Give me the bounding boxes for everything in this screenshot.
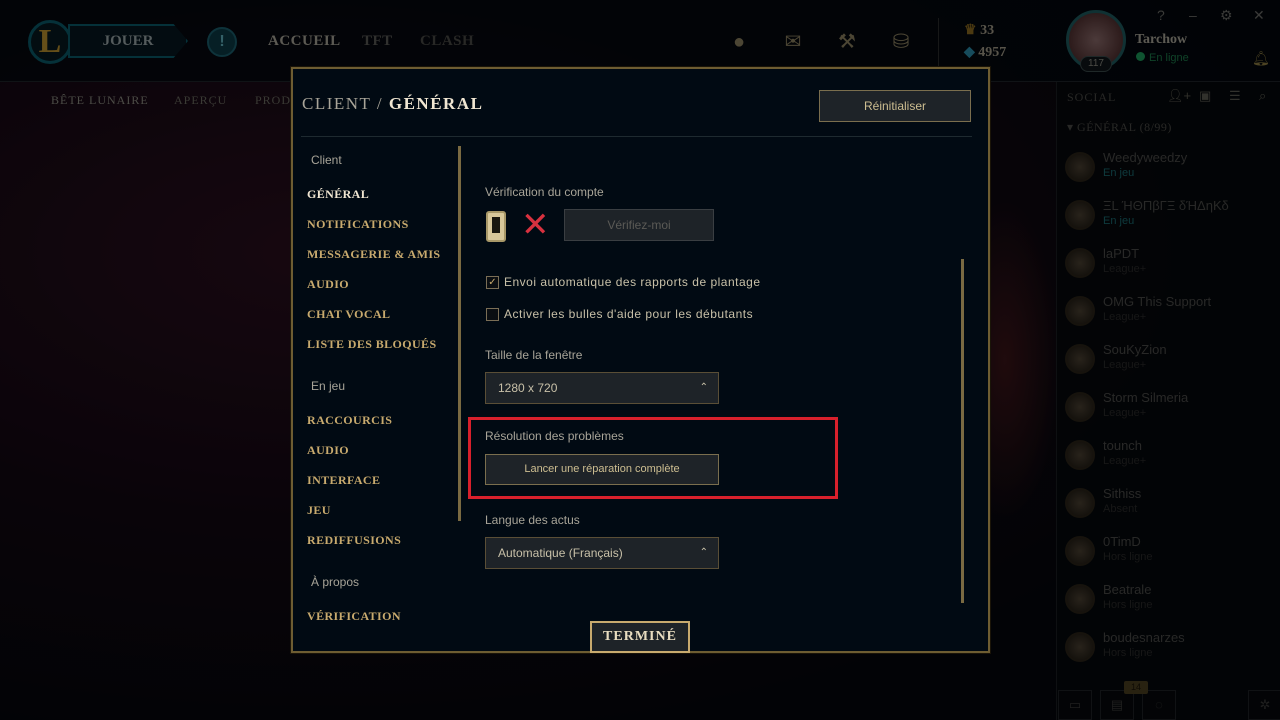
account-verification-label: Vérification du compte — [485, 185, 604, 199]
sidebar-item-audio[interactable]: AUDIO — [307, 277, 349, 292]
tooltips-label: Activer les bulles d'aide pour les début… — [504, 307, 754, 321]
section-en-jeu: En jeu — [311, 379, 346, 393]
sidebar-item-bloques[interactable]: LISTE DES BLOQUÉS — [307, 337, 437, 352]
tooltips-checkbox[interactable] — [486, 308, 499, 321]
sidebar-item-general[interactable]: GÉNÉRAL — [307, 187, 369, 202]
sidebar-item-notifications[interactable]: NOTIFICATIONS — [307, 217, 409, 232]
highlight-box — [468, 417, 838, 499]
news-language-value: Automatique (Français) — [498, 546, 623, 560]
page-title: CLIENT / GÉNÉRAL — [302, 94, 483, 114]
divider — [301, 136, 972, 137]
sidebar-item-chat-vocal[interactable]: CHAT VOCAL — [307, 307, 390, 322]
sidebar-item-verification[interactable]: VÉRIFICATION — [307, 609, 401, 624]
section-client: Client — [311, 153, 342, 167]
sidebar-item-interface[interactable]: INTERFACE — [307, 473, 380, 488]
phone-icon — [486, 211, 506, 242]
news-language-select[interactable]: Automatique (Français) ⌃ — [485, 537, 719, 569]
done-button[interactable]: TERMINÉ — [590, 621, 690, 653]
title-prefix: CLIENT / — [302, 94, 384, 113]
sidebar-item-raccourcis[interactable]: RACCOURCIS — [307, 413, 392, 428]
title-section: GÉNÉRAL — [388, 94, 484, 113]
updown-chevron-icon: ⌃ — [699, 382, 708, 393]
sidebar-divider — [458, 146, 461, 521]
verify-button[interactable]: Vérifiez-moi — [564, 209, 714, 241]
sidebar-item-messagerie[interactable]: MESSAGERIE & AMIS — [307, 247, 441, 262]
window-size-select[interactable]: 1280 x 720 ⌃ — [485, 372, 719, 404]
sidebar-item-audio-jeu[interactable]: AUDIO — [307, 443, 349, 458]
sidebar-item-rediffusions[interactable]: REDIFFUSIONS — [307, 533, 401, 548]
crash-reports-label: Envoi automatique des rapports de planta… — [504, 275, 761, 289]
scrollbar[interactable] — [961, 259, 964, 603]
reset-button[interactable]: Réinitialiser — [819, 90, 971, 122]
window-size-value: 1280 x 720 — [498, 381, 558, 395]
section-a-propos: À propos — [311, 575, 360, 589]
x-mark-icon: ✕ — [521, 205, 550, 245]
news-language-label: Langue des actus — [485, 513, 580, 527]
window-size-label: Taille de la fenêtre — [485, 348, 583, 362]
updown-chevron-icon: ⌃ — [699, 547, 708, 558]
settings-modal: CLIENT / GÉNÉRAL Réinitialiser Client GÉ… — [291, 67, 990, 653]
crash-reports-checkbox[interactable]: ✓ — [486, 276, 499, 289]
sidebar-item-jeu[interactable]: JEU — [307, 503, 331, 518]
